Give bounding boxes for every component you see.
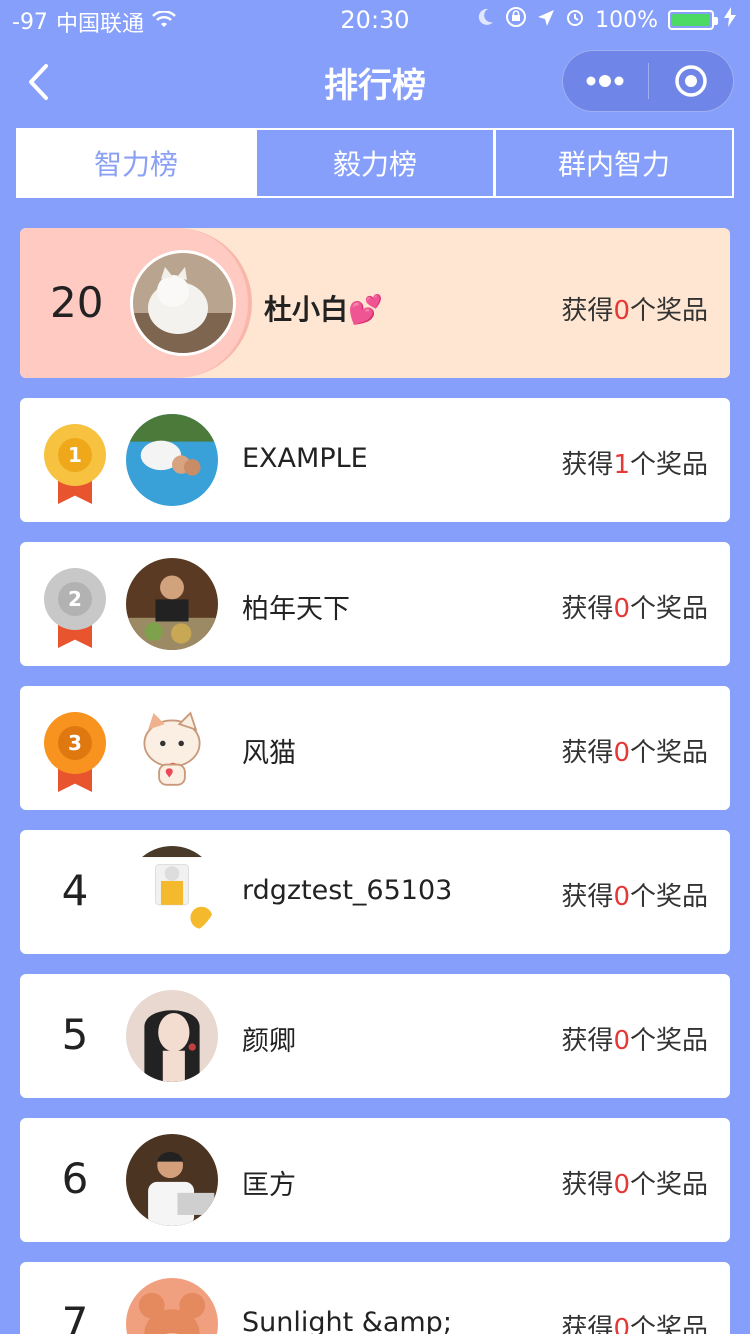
list-item[interactable]: 7 Sunlight &amp; 获得0个奖品: [20, 1262, 730, 1334]
target-circle-icon: [675, 65, 707, 97]
rotation-lock-icon: [505, 6, 527, 34]
user-name: 颜卿: [242, 1026, 296, 1057]
close-miniprogram-button[interactable]: [649, 51, 734, 111]
user-name: rdgztest_65103: [242, 875, 453, 906]
list-item[interactable]: 3 风猫 获得0个奖品: [20, 686, 730, 810]
battery-icon: [668, 10, 718, 30]
award-suffix: 个奖品: [629, 738, 708, 768]
award-suffix: 个奖品: [629, 450, 708, 480]
award-suffix: 个奖品: [629, 1170, 708, 1200]
rank-number: 4: [61, 866, 89, 915]
user-name: 风猫: [242, 738, 296, 769]
award-suffix: 个奖品: [629, 1026, 708, 1056]
list-item[interactable]: 5 颜卿 获得0个奖品: [20, 974, 730, 1098]
award-prefix: 获得: [561, 882, 614, 912]
award-text: 获得0个奖品: [561, 1308, 708, 1334]
avatar: [126, 846, 218, 938]
medal-rank: 3: [58, 726, 92, 760]
avatar: [126, 702, 218, 794]
bronze-medal-icon: 3: [44, 712, 106, 792]
more-button[interactable]: [563, 51, 648, 111]
award-count: 0: [613, 1170, 630, 1200]
rank-number: 6: [61, 1154, 89, 1203]
moon-icon: [475, 7, 495, 33]
award-count: 1: [613, 450, 630, 480]
alarm-icon: [565, 7, 585, 33]
avatar: [126, 1134, 218, 1226]
award-text: 获得0个奖品: [561, 588, 708, 625]
award-count: 0: [613, 296, 630, 326]
award-prefix: 获得: [561, 296, 614, 326]
location-icon: [537, 8, 555, 33]
user-name: 匡方: [242, 1170, 296, 1201]
avatar: [126, 414, 218, 506]
award-count: 0: [613, 738, 630, 768]
battery-percent: 100%: [595, 7, 658, 33]
award-count: 0: [613, 594, 630, 624]
rank-number: 7: [61, 1298, 89, 1334]
gold-medal-icon: 1: [44, 424, 106, 504]
avatar: [126, 558, 218, 650]
rank-number: 5: [61, 1010, 89, 1059]
status-right: 100%: [475, 6, 736, 34]
my-name: 杜小白💕: [264, 293, 383, 326]
award-prefix: 获得: [561, 594, 614, 624]
my-rank-number: 20: [50, 278, 104, 327]
award-prefix: 获得: [561, 1170, 614, 1200]
my-rank-card[interactable]: 20 杜小白💕 获得0个奖品: [20, 228, 730, 378]
tab-group-intelligence[interactable]: 群内智力: [493, 130, 732, 196]
medal-rank: 2: [58, 582, 92, 616]
award-count: 0: [613, 1314, 630, 1334]
status-bar: -97 中国联通 20:30 100%: [0, 0, 750, 40]
award-text: 获得0个奖品: [561, 1020, 708, 1057]
award-prefix: 获得: [561, 1026, 614, 1056]
award-suffix: 个奖品: [629, 594, 708, 624]
nav-bar: 排行榜: [0, 40, 750, 126]
award-count: 0: [613, 1026, 630, 1056]
more-dots-icon: [586, 75, 624, 87]
avatar: [130, 250, 236, 356]
avatar: [126, 1278, 218, 1334]
silver-medal-icon: 2: [44, 568, 106, 648]
award-text: 获得0个奖品: [561, 1164, 708, 1201]
tab-intelligence[interactable]: 智力榜: [18, 130, 254, 196]
user-name: EXAMPLE: [242, 443, 368, 474]
award-count: 0: [613, 882, 630, 912]
award-suffix: 个奖品: [629, 1314, 708, 1334]
award-text: 获得1个奖品: [561, 444, 708, 481]
award-prefix: 获得: [561, 1314, 614, 1334]
award-suffix: 个奖品: [629, 882, 708, 912]
medal-rank: 1: [58, 438, 92, 472]
tab-perseverance[interactable]: 毅力榜: [254, 130, 493, 196]
user-name: Sunlight &amp;: [242, 1307, 452, 1334]
user-name: 柏年天下: [242, 594, 350, 625]
list-item[interactable]: 2 柏年天下 获得0个奖品: [20, 542, 730, 666]
my-award-text: 获得0个奖品: [561, 290, 708, 327]
list-item[interactable]: 4 rdgztest_65103 获得0个奖品: [20, 830, 730, 954]
award-prefix: 获得: [561, 738, 614, 768]
charging-icon: [724, 7, 736, 33]
award-text: 获得0个奖品: [561, 732, 708, 769]
award-suffix: 个奖品: [629, 296, 708, 326]
list-item[interactable]: 6 匡方 获得0个奖品: [20, 1118, 730, 1242]
award-text: 获得0个奖品: [561, 876, 708, 913]
miniprogram-capsule: [562, 50, 734, 112]
list-item[interactable]: 1 EXAMPLE 获得1个奖品: [20, 398, 730, 522]
award-prefix: 获得: [561, 450, 614, 480]
avatar: [126, 990, 218, 1082]
ranking-tabs: 智力榜 毅力榜 群内智力: [16, 128, 734, 198]
